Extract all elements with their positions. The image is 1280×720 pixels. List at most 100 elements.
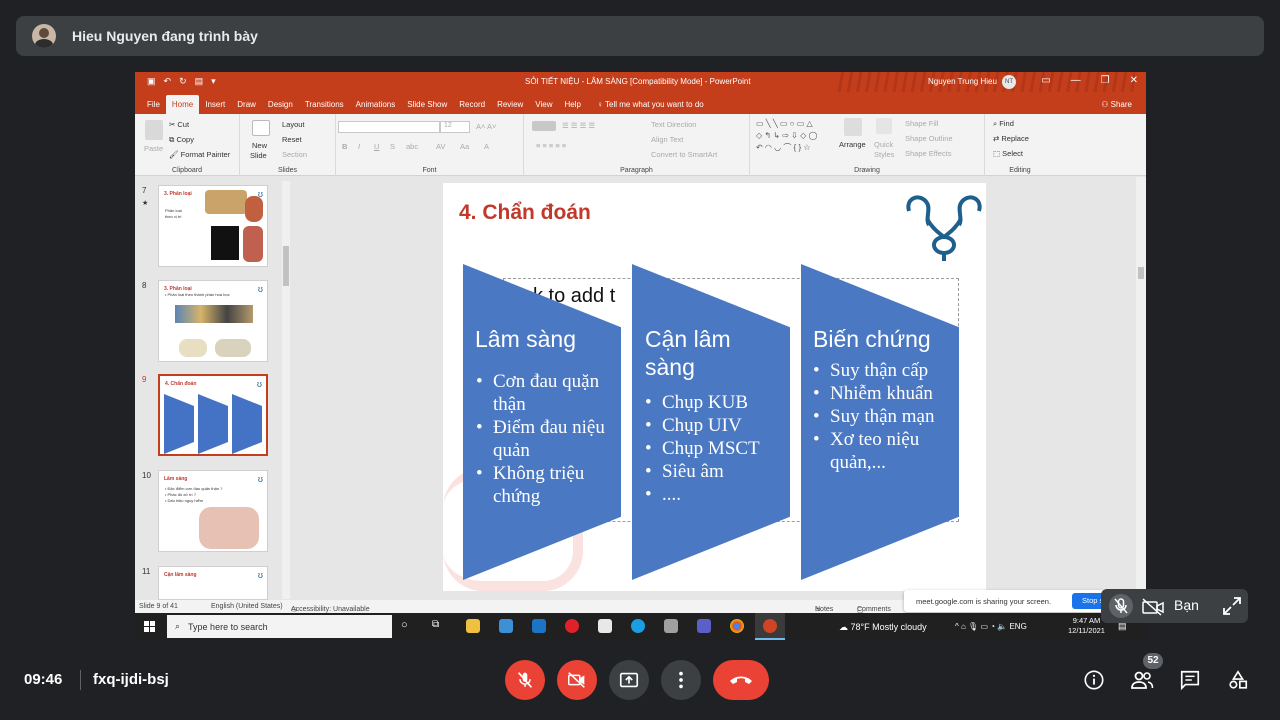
user-avatar[interactable]: NT	[1002, 75, 1016, 89]
align-icons[interactable]: ≡ ≡ ≡ ≡ ≡	[536, 141, 566, 150]
undo-icon[interactable]: ↶	[164, 76, 172, 87]
present-icon[interactable]: ▤	[195, 76, 204, 87]
task-view-icon[interactable]: ⧉	[432, 619, 446, 633]
save-icon[interactable]: ▣	[147, 76, 156, 87]
volume-icon[interactable]: 🔈	[997, 622, 1009, 631]
close-icon[interactable]: ✕	[1130, 75, 1138, 86]
arrange-icon[interactable]	[844, 118, 862, 136]
maximize-icon[interactable]: ❐	[1101, 75, 1110, 86]
tab-review[interactable]: Review	[491, 100, 529, 114]
tab-help[interactable]: Help	[559, 100, 587, 114]
grow-font-icon[interactable]: A˄ A˅	[476, 122, 496, 131]
battery-icon[interactable]: ▭	[980, 622, 990, 631]
slide-thumbnail-11[interactable]: Cận lâm sàng ʊ	[158, 566, 268, 600]
new-slide-label-2[interactable]: Slide	[250, 151, 267, 160]
current-slide[interactable]: 4. Chẩn đoán k to add t Lâm sàng Cơn đau…	[443, 183, 986, 591]
meeting-details-button[interactable]	[1082, 668, 1106, 692]
share-button[interactable]: ⚇ Share	[1101, 100, 1132, 109]
canvas-scrollbar[interactable]	[1136, 177, 1146, 600]
copy-button[interactable]: ⧉ Copy	[169, 135, 194, 145]
slide-thumbnail-7[interactable]: 3. Phân loại Phân loại theo vị trí ʊ	[158, 185, 268, 267]
edge-icon[interactable]	[631, 619, 645, 633]
language-indicator[interactable]: ENG	[1009, 622, 1026, 631]
paste-label[interactable]: Paste	[144, 144, 163, 153]
tab-slide-show[interactable]: Slide Show	[401, 100, 453, 114]
new-slide-icon[interactable]	[252, 120, 270, 136]
underline-icon[interactable]: U	[374, 142, 379, 151]
strikethrough-icon[interactable]: abc	[406, 142, 418, 151]
shape-outline-button[interactable]: Shape Outline	[905, 134, 953, 143]
system-tray[interactable]: ^ ⌂ 🎙 ▭ ◔ 🔈 ENG	[955, 622, 1027, 631]
cut-button[interactable]: ✂ Cut	[169, 120, 189, 129]
bold-icon[interactable]: B	[342, 142, 347, 151]
activities-button[interactable]	[1226, 668, 1250, 692]
customize-qa-icon[interactable]: ▾	[211, 76, 216, 87]
app-icon[interactable]	[664, 619, 678, 633]
char-spacing-icon[interactable]: AV	[436, 142, 445, 151]
slide-title[interactable]: 4. Chẩn đoán	[459, 201, 591, 225]
canvas-scroll-thumb[interactable]	[1138, 267, 1144, 279]
find-button[interactable]: ⌕ Find	[993, 119, 1014, 129]
mail-icon[interactable]	[532, 619, 546, 633]
tab-animations[interactable]: Animations	[350, 100, 402, 114]
tab-design[interactable]: Design	[262, 100, 299, 114]
camera-toggle-button[interactable]	[557, 660, 597, 700]
store-icon[interactable]	[499, 619, 513, 633]
reset-button[interactable]: Reset	[282, 135, 302, 144]
language-status[interactable]: English (United States)	[211, 603, 283, 610]
mic-toggle-button[interactable]	[505, 660, 545, 700]
quick-styles-label[interactable]: Quick	[874, 140, 893, 149]
change-case-icon[interactable]: Aa	[460, 142, 469, 151]
chrome-icon[interactable]	[730, 619, 744, 633]
numbering-icon[interactable]: ☰ ☰ ☰ ☰	[562, 121, 595, 130]
redo-icon[interactable]: ↻	[179, 76, 187, 87]
ribbon-display-icon[interactable]: ▭	[1041, 75, 1050, 86]
minimize-icon[interactable]: —	[1071, 75, 1081, 86]
tab-transitions[interactable]: Transitions	[299, 100, 350, 114]
notepad-icon[interactable]	[598, 619, 612, 633]
weather-widget[interactable]: ☁ 78°F Mostly cloudy	[839, 622, 927, 633]
select-button[interactable]: ⬚ Select	[993, 149, 1023, 158]
user-name[interactable]: Nguyen Trung Hieu	[928, 77, 997, 86]
replace-button[interactable]: ⇄ Replace	[993, 134, 1029, 143]
participants-button[interactable]	[1130, 668, 1154, 692]
leave-call-button[interactable]	[713, 660, 769, 700]
slide-thumbnail-8[interactable]: 3. Phân loại • Phân loại theo thành phần…	[158, 280, 268, 362]
shape-effects-button[interactable]: Shape Effects	[905, 149, 952, 158]
file-explorer-icon[interactable]	[466, 619, 480, 633]
font-color-icon[interactable]: A	[484, 142, 489, 151]
tab-home[interactable]: Home	[165, 95, 200, 114]
tab-file[interactable]: File	[141, 100, 166, 114]
shape-fill-button[interactable]: Shape Fill	[905, 119, 938, 128]
chat-button[interactable]	[1178, 668, 1202, 692]
new-slide-label[interactable]: New	[252, 141, 267, 150]
tab-draw[interactable]: Draw	[231, 100, 262, 114]
slide-thumbnail-10[interactable]: Lâm sàng • Đặc điểm cơn đau quặn thận ? …	[158, 470, 268, 552]
cortana-icon[interactable]: ○	[401, 619, 415, 633]
quick-styles-label-2[interactable]: Styles	[874, 150, 894, 159]
opera-icon[interactable]	[565, 619, 579, 633]
thumbnails-scroll-thumb[interactable]	[283, 246, 289, 286]
thumbnails-scrollbar[interactable]	[282, 181, 290, 599]
quick-styles-icon[interactable]	[876, 118, 892, 134]
powerpoint-icon[interactable]	[763, 619, 777, 633]
paste-icon[interactable]	[145, 120, 163, 140]
section-button[interactable]: Section	[282, 150, 307, 159]
windows-start-icon[interactable]	[144, 621, 155, 632]
present-now-button[interactable]	[609, 660, 649, 700]
shapes-gallery[interactable]: ▭ ╲ ╲ ▭ ○ ▭ △ ◇ ↰ ↳ ⇨ ⇩ ◇ ◯ ↶ ◠ ◡ ⌒ { } ☆	[756, 118, 836, 156]
tell-me-search[interactable]: ♀ Tell me what you want to do	[587, 100, 710, 114]
expand-icon[interactable]	[1222, 596, 1242, 616]
meeting-code[interactable]: fxq-ijdi-bsj	[93, 671, 169, 688]
layout-button[interactable]: Layout	[282, 120, 305, 129]
convert-smartart-button[interactable]: Convert to SmartArt	[651, 150, 717, 159]
slide-thumbnail-9[interactable]: 4. Chẩn đoán ʊ	[158, 374, 268, 456]
arrange-button[interactable]: Arrange	[839, 140, 866, 149]
align-text-button[interactable]: Align Text	[651, 135, 683, 144]
font-size-field[interactable]: 12	[440, 121, 470, 133]
tab-view[interactable]: View	[529, 100, 558, 114]
taskbar-clock[interactable]: 9:47 AM 12/11/2021	[1068, 616, 1105, 636]
italic-icon[interactable]: I	[358, 142, 360, 151]
bullets-icon[interactable]	[532, 121, 556, 131]
more-options-button[interactable]	[661, 660, 701, 700]
